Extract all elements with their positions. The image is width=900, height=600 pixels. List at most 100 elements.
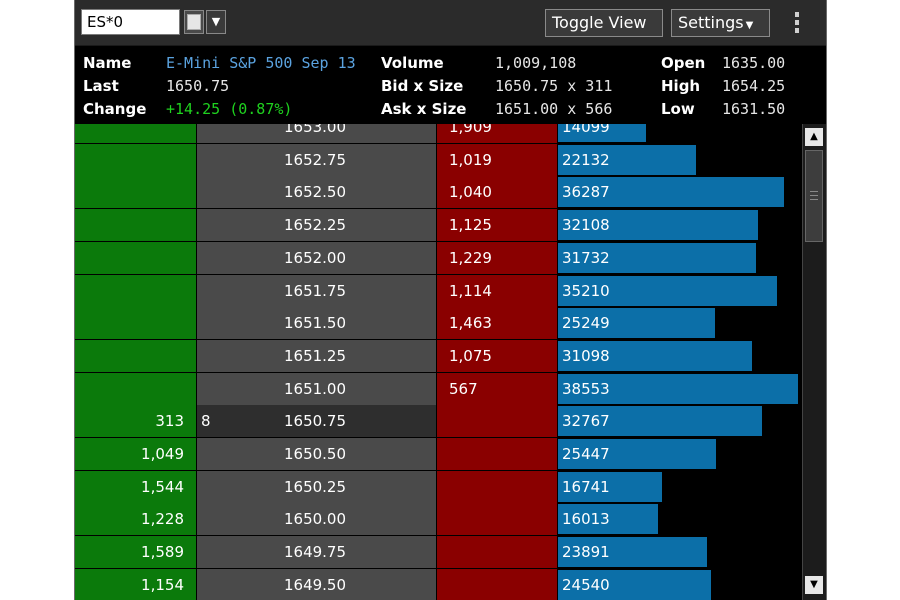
scroll-down-arrow-icon[interactable]: ▼ bbox=[805, 576, 823, 594]
price-cell[interactable]: 1652.00 bbox=[197, 241, 437, 275]
price-level: 1651.00 bbox=[283, 379, 347, 398]
bid-cell[interactable] bbox=[75, 274, 197, 308]
ask-cell[interactable]: 1,019 bbox=[437, 143, 558, 177]
volume-value: 14099 bbox=[562, 124, 610, 136]
bid-cell[interactable]: 1,544 bbox=[75, 470, 197, 504]
price-cell[interactable]: 1651.75 bbox=[197, 274, 437, 308]
volume-cell: 36287 bbox=[558, 176, 802, 210]
change-label: Change bbox=[83, 100, 147, 118]
volume-cell: 31098 bbox=[558, 339, 802, 373]
price-cell[interactable]: 1650.50 bbox=[197, 438, 437, 471]
ask-cell[interactable] bbox=[437, 568, 558, 600]
settings-button[interactable]: Settings ▼ bbox=[671, 9, 770, 37]
volume-cell: 25447 bbox=[558, 438, 802, 471]
ask-cell[interactable] bbox=[437, 536, 558, 570]
last-label: Last bbox=[83, 77, 119, 95]
bid-cell[interactable] bbox=[75, 143, 197, 177]
scroll-thumb[interactable] bbox=[805, 150, 823, 242]
bid-cell[interactable]: 1,228 bbox=[75, 503, 197, 537]
symbol-input[interactable] bbox=[81, 9, 180, 35]
ask-cell[interactable]: 1,075 bbox=[437, 339, 558, 373]
scroll-up-arrow-icon[interactable]: ▲ bbox=[805, 128, 823, 146]
volume-value: 25249 bbox=[562, 314, 610, 333]
price-cell[interactable]: 1649.75 bbox=[197, 536, 437, 570]
ask-cell[interactable]: 1,229 bbox=[437, 241, 558, 275]
price-cell[interactable]: 1652.75 bbox=[197, 143, 437, 177]
ask-cell[interactable]: 1,909 bbox=[437, 124, 558, 144]
ask-cell[interactable] bbox=[437, 503, 558, 537]
volume-cell: 16741 bbox=[558, 470, 802, 504]
price-cell[interactable]: 1650.25 bbox=[197, 470, 437, 504]
ask-size-label: Ask x Size bbox=[381, 100, 467, 118]
volume-cell: 22132 bbox=[558, 143, 802, 177]
ladder-row: 1651.75 1,114 35210 bbox=[75, 274, 802, 308]
ask-cell[interactable]: 1,125 bbox=[437, 209, 558, 243]
price-level: 1652.50 bbox=[283, 183, 347, 202]
bid-cell[interactable] bbox=[75, 307, 197, 341]
bid-cell[interactable]: 1,154 bbox=[75, 568, 197, 600]
price-level: 1649.75 bbox=[283, 543, 347, 562]
ask-cell[interactable]: 567 bbox=[437, 372, 558, 406]
ladder-scrollbar[interactable]: ▲ ▼ bbox=[802, 124, 826, 600]
ask-cell[interactable]: 1,463 bbox=[437, 307, 558, 341]
price-cell[interactable]: 1651.50 bbox=[197, 307, 437, 341]
bid-cell[interactable]: 313 bbox=[75, 405, 197, 439]
price-cell[interactable]: 1652.50 bbox=[197, 176, 437, 210]
price-cell[interactable]: 1649.50 bbox=[197, 568, 437, 600]
price-level: 1651.50 bbox=[283, 314, 347, 333]
color-picker-button[interactable] bbox=[184, 10, 204, 34]
price-cell[interactable]: 1651.00 bbox=[197, 372, 437, 406]
ask-cell[interactable]: 1,114 bbox=[437, 274, 558, 308]
volume-value: 24540 bbox=[562, 575, 610, 594]
volume-cell: 32108 bbox=[558, 209, 802, 243]
volume-value: 25447 bbox=[562, 445, 610, 463]
bid-cell[interactable] bbox=[75, 339, 197, 373]
price-cell[interactable]: 1650.00 bbox=[197, 503, 437, 537]
ladder-row: 1651.50 1,463 25249 bbox=[75, 307, 802, 341]
bid-cell[interactable] bbox=[75, 241, 197, 275]
ladder-row: 1,589 1649.75 23891 bbox=[75, 536, 802, 570]
price-level: 1652.25 bbox=[283, 216, 347, 235]
ask-size-value: 1651.00 x 566 bbox=[495, 100, 613, 118]
bid-cell[interactable] bbox=[75, 176, 197, 210]
open-value: 1635.00 bbox=[722, 54, 786, 72]
bid-cell[interactable]: 1,049 bbox=[75, 438, 197, 471]
quote-header: Name E-Mini S&P 500 Sep 13 Last 1650.75 … bbox=[75, 46, 826, 124]
high-value: 1654.25 bbox=[722, 77, 786, 95]
price-level: 1651.25 bbox=[283, 346, 347, 365]
ask-cell[interactable]: 1,040 bbox=[437, 176, 558, 210]
price-level: 1650.75 bbox=[283, 412, 347, 431]
vertical-ellipsis-icon[interactable] bbox=[791, 9, 803, 37]
toggle-view-button[interactable]: Toggle View bbox=[545, 9, 663, 37]
price-cell[interactable]: 1651.25 bbox=[197, 339, 437, 373]
price-ladder: 1653.00 1,909 14099 1652.75 1,019 22132 1652.5… bbox=[75, 124, 802, 600]
ladder-row: 1652.00 1,229 31732 bbox=[75, 241, 802, 275]
symbol-dropdown-button[interactable]: ▼ bbox=[206, 10, 226, 34]
bid-cell[interactable] bbox=[75, 209, 197, 243]
ladder-row: 1651.00 567 38553 bbox=[75, 372, 802, 406]
price-cell[interactable]: 8 1650.75 bbox=[197, 405, 437, 439]
volume-cell: 38553 bbox=[558, 372, 802, 406]
volume-label: Volume bbox=[381, 54, 444, 72]
bid-cell[interactable] bbox=[75, 124, 197, 144]
price-cell[interactable]: 1652.25 bbox=[197, 209, 437, 243]
volume-cell: 23891 bbox=[558, 536, 802, 570]
price-level: 1651.75 bbox=[283, 281, 347, 300]
ask-cell[interactable] bbox=[437, 470, 558, 504]
price-level: 1650.25 bbox=[283, 477, 347, 496]
ask-cell[interactable] bbox=[437, 405, 558, 439]
ladder-row: 1,049 1650.50 25447 bbox=[75, 438, 802, 471]
bid-cell[interactable] bbox=[75, 372, 197, 406]
volume-cell: 14099 bbox=[558, 124, 802, 144]
price-level: 1650.00 bbox=[283, 510, 347, 529]
ladder-row: 1652.25 1,125 32108 bbox=[75, 209, 802, 243]
color-swatch bbox=[187, 14, 201, 30]
price-cell[interactable]: 1653.00 bbox=[197, 124, 437, 144]
ask-cell[interactable] bbox=[437, 438, 558, 471]
change-value: +14.25 (0.87%) bbox=[166, 100, 293, 118]
bid-size-label: Bid x Size bbox=[381, 77, 464, 95]
volume-value: 38553 bbox=[562, 379, 610, 398]
volume-value: 1,009,108 bbox=[495, 54, 577, 72]
bid-cell[interactable]: 1,589 bbox=[75, 536, 197, 570]
last-value: 1650.75 bbox=[166, 77, 230, 95]
